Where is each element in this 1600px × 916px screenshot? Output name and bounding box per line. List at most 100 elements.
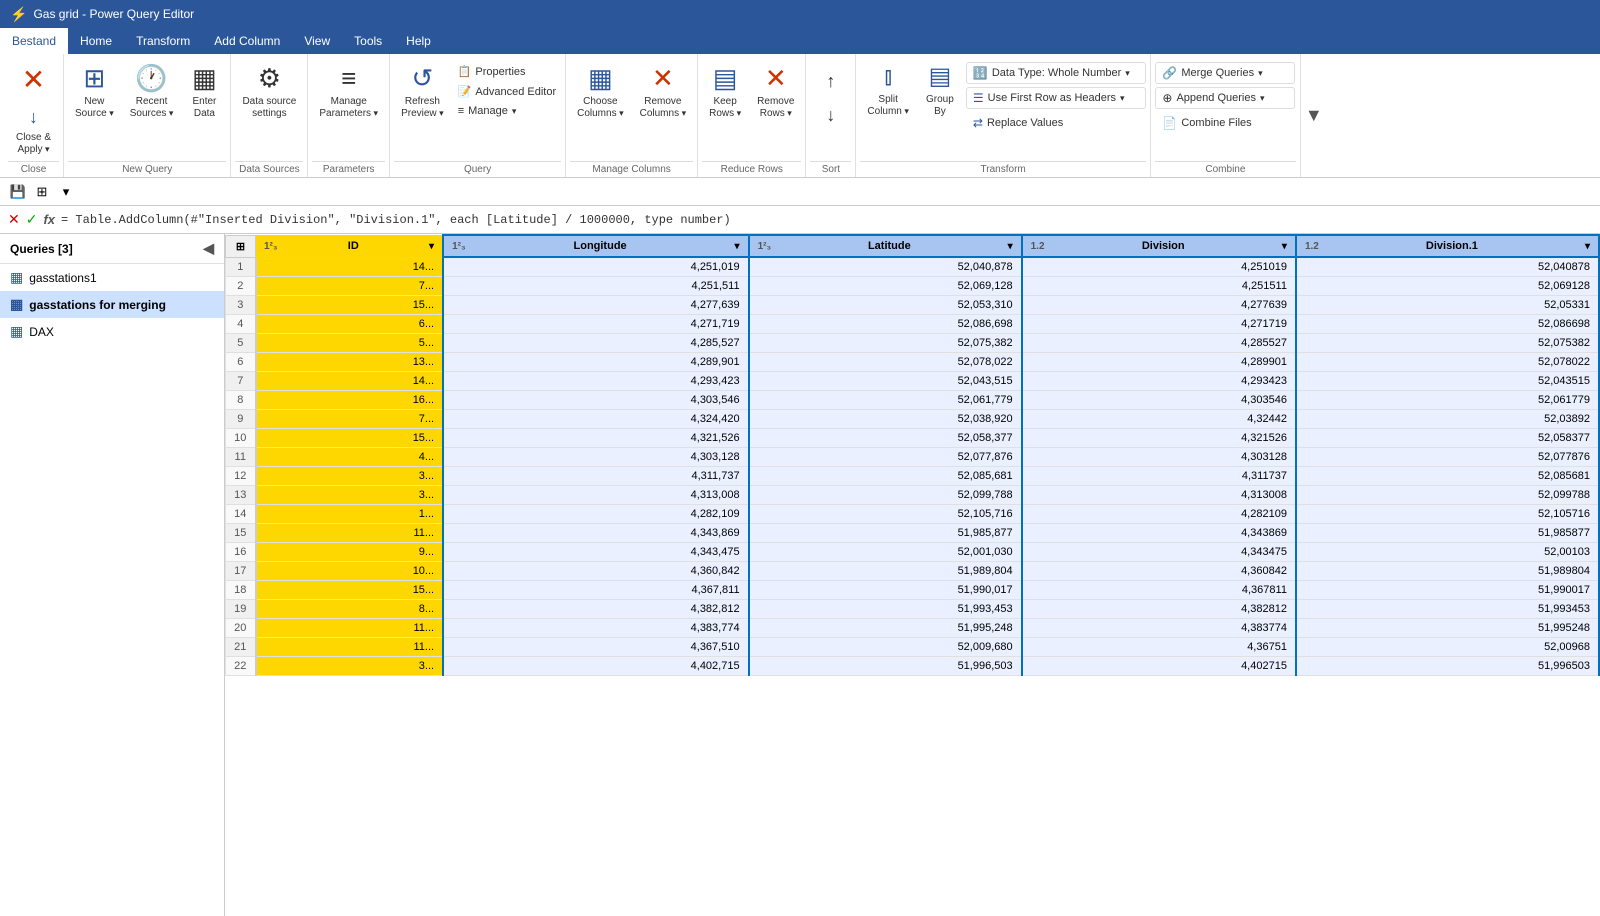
table-row[interactable]: 11 4... 4,303,128 52,077,876 4,303128 52… xyxy=(226,448,1600,467)
table-row[interactable]: 21 11... 4,367,510 52,009,680 4,36751 52… xyxy=(226,638,1600,657)
table-row[interactable]: 17 10... 4,360,842 51,989,804 4,360842 5… xyxy=(226,562,1600,581)
cell-latitude-7: 52,043,515 xyxy=(749,372,1022,391)
refresh-preview-button[interactable]: ↺ RefreshPreview xyxy=(394,58,451,125)
sort-desc-button[interactable]: ↓ xyxy=(816,100,846,132)
cell-division-12: 4,311737 xyxy=(1022,467,1296,486)
query-item-gasstations1[interactable]: ▦ gasstations1 xyxy=(0,264,224,291)
query-item-gasstations-merging[interactable]: ▦ gasstations for merging xyxy=(0,291,224,318)
row-num-14: 14 xyxy=(226,505,256,524)
query-item-dax[interactable]: ▦ DAX xyxy=(0,318,224,345)
col-filter-longitude[interactable]: ▾ xyxy=(735,241,740,252)
table-row[interactable]: 7 14... 4,293,423 52,043,515 4,293423 52… xyxy=(226,372,1600,391)
row-num-13: 13 xyxy=(226,486,256,505)
table-row[interactable]: 8 16... 4,303,546 52,061,779 4,303546 52… xyxy=(226,391,1600,410)
table-row[interactable]: 19 8... 4,382,812 51,993,453 4,382812 51… xyxy=(226,600,1600,619)
ribbon-group-data-sources: ⚙ Data sourcesettings Data Sources xyxy=(231,54,308,177)
manage-parameters-button[interactable]: ≡ ManageParameters xyxy=(312,58,385,125)
recent-sources-icon: 🕐 xyxy=(135,63,167,94)
combine-files-button[interactable]: 📄 Combine Files xyxy=(1155,112,1295,134)
grid-view-button[interactable]: ⊞ xyxy=(32,182,52,202)
data-type-icon: 🔢 xyxy=(973,66,988,80)
app-icon: ⚡ xyxy=(10,6,27,23)
menu-view[interactable]: View xyxy=(292,28,342,54)
manage-parameters-label: ManageParameters xyxy=(319,96,378,120)
save-button[interactable]: 💾 xyxy=(8,182,28,202)
new-source-button[interactable]: ⊞ NewSource xyxy=(68,58,121,125)
close-buttons: ✕↓ Close & Apply xyxy=(9,58,58,161)
data-type-button[interactable]: 🔢 Data Type: Whole Number xyxy=(966,62,1146,84)
col-header-division1[interactable]: 1.2 Division.1 ▾ xyxy=(1296,235,1599,257)
table-row[interactable]: 15 11... 4,343,869 51,985,877 4,343869 5… xyxy=(226,524,1600,543)
menu-tools[interactable]: Tools xyxy=(342,28,394,54)
replace-values-button[interactable]: ⇄ Replace Values xyxy=(966,112,1146,134)
data-source-settings-button[interactable]: ⚙ Data sourcesettings xyxy=(235,58,303,125)
col-filter-id[interactable]: ▾ xyxy=(429,241,434,252)
formula-cancel-button[interactable]: ✕ xyxy=(8,211,20,228)
table-row[interactable]: 10 15... 4,321,526 52,058,377 4,321526 5… xyxy=(226,429,1600,448)
sort-asc-button[interactable]: ↑ xyxy=(816,66,846,98)
table-row[interactable]: 13 3... 4,313,008 52,099,788 4,313008 52… xyxy=(226,486,1600,505)
table-row[interactable]: 20 11... 4,383,774 51,995,248 4,383774 5… xyxy=(226,619,1600,638)
formula-input[interactable]: = Table.AddColumn(#"Inserted Division", … xyxy=(61,213,1592,227)
col-header-latitude[interactable]: 1²₃ Latitude ▾ xyxy=(749,235,1022,257)
table-row[interactable]: 9 7... 4,324,420 52,038,920 4,32442 52,0… xyxy=(226,410,1600,429)
menu-add-column[interactable]: Add Column xyxy=(202,28,292,54)
manage-columns-buttons: ▦ ChooseColumns ✕ RemoveColumns xyxy=(570,58,693,161)
enter-data-button[interactable]: ▦ EnterData xyxy=(182,58,226,125)
table-row[interactable]: 6 13... 4,289,901 52,078,022 4,289901 52… xyxy=(226,353,1600,372)
col-filter-division1[interactable]: ▾ xyxy=(1585,241,1590,252)
row-num-11: 11 xyxy=(226,448,256,467)
table-row[interactable]: 14 1... 4,282,109 52,105,716 4,282109 52… xyxy=(226,505,1600,524)
close-apply-button[interactable]: ✕↓ Close & Apply xyxy=(9,58,58,161)
group-by-button[interactable]: ▤ GroupBy xyxy=(918,58,962,123)
collapse-panel-button[interactable]: ◀ xyxy=(203,240,214,257)
table-row[interactable]: 1 14... 4,251,019 52,040,878 4,251019 52… xyxy=(226,257,1600,277)
toolbar-dropdown-icon: ▾ xyxy=(63,184,70,200)
cell-latitude-3: 52,053,310 xyxy=(749,296,1022,315)
col-filter-latitude[interactable]: ▾ xyxy=(1008,241,1013,252)
merge-queries-button[interactable]: 🔗 Merge Queries xyxy=(1155,62,1295,84)
cell-latitude-13: 52,099,788 xyxy=(749,486,1022,505)
table-row[interactable]: 2 7... 4,251,511 52,069,128 4,251511 52,… xyxy=(226,277,1600,296)
table-row[interactable]: 4 6... 4,271,719 52,086,698 4,271719 52,… xyxy=(226,315,1600,334)
use-first-row-button[interactable]: ☰ Use First Row as Headers xyxy=(966,87,1146,109)
manage-button[interactable]: ≡ Manage xyxy=(453,102,561,120)
menu-transform[interactable]: Transform xyxy=(124,28,202,54)
col-header-longitude[interactable]: 1²₃ Longitude ▾ xyxy=(443,235,748,257)
col-header-id[interactable]: 1²₃ ID ▾ xyxy=(256,235,444,257)
properties-button[interactable]: 📋 Properties xyxy=(453,62,561,81)
ribbon-overflow[interactable]: ▼ xyxy=(1301,54,1327,177)
menu-home[interactable]: Home xyxy=(68,28,124,54)
toolbar-dropdown-button[interactable]: ▾ xyxy=(56,182,76,202)
keep-rows-button[interactable]: ▤ KeepRows xyxy=(702,58,748,125)
cell-division1-3: 52,05331 xyxy=(1296,296,1599,315)
menu-bestand[interactable]: Bestand xyxy=(0,28,68,54)
table-row[interactable]: 18 15... 4,367,811 51,990,017 4,367811 5… xyxy=(226,581,1600,600)
cell-id-14: 1... xyxy=(256,505,444,524)
table-row[interactable]: 16 9... 4,343,475 52,001,030 4,343475 52… xyxy=(226,543,1600,562)
row-num-12: 12 xyxy=(226,467,256,486)
recent-sources-button[interactable]: 🕐 RecentSources xyxy=(123,58,181,125)
append-queries-button[interactable]: ⊕ Append Queries xyxy=(1155,87,1295,109)
row-num-7: 7 xyxy=(226,372,256,391)
formula-confirm-button[interactable]: ✓ xyxy=(26,211,38,228)
main-content: Queries [3] ◀ ▦ gasstations1 ▦ gasstatio… xyxy=(0,234,1600,916)
choose-columns-button[interactable]: ▦ ChooseColumns xyxy=(570,58,631,125)
menu-help[interactable]: Help xyxy=(394,28,443,54)
properties-label: Properties xyxy=(475,66,525,78)
remove-columns-button[interactable]: ✕ RemoveColumns xyxy=(633,58,694,125)
col-header-division[interactable]: 1.2 Division ▾ xyxy=(1022,235,1296,257)
data-table-wrapper[interactable]: ⊞ 1²₃ ID ▾ 1²₃ Longitud xyxy=(225,234,1600,916)
col-filter-division[interactable]: ▾ xyxy=(1282,241,1287,252)
table-row[interactable]: 12 3... 4,311,737 52,085,681 4,311737 52… xyxy=(226,467,1600,486)
ribbon-group-close: ✕↓ Close & Apply Close xyxy=(4,54,64,177)
cell-id-4: 6... xyxy=(256,315,444,334)
remove-rows-button[interactable]: ✕ RemoveRows xyxy=(750,58,801,125)
advanced-editor-button[interactable]: 📝 Advanced Editor xyxy=(453,82,561,101)
table-row[interactable]: 3 15... 4,277,639 52,053,310 4,277639 52… xyxy=(226,296,1600,315)
cell-division-2: 4,251511 xyxy=(1022,277,1296,296)
table-row[interactable]: 22 3... 4,402,715 51,996,503 4,402715 51… xyxy=(226,657,1600,676)
table-row[interactable]: 5 5... 4,285,527 52,075,382 4,285527 52,… xyxy=(226,334,1600,353)
cell-id-18: 15... xyxy=(256,581,444,600)
split-column-button[interactable]: ⫾ SplitColumn xyxy=(860,58,916,123)
